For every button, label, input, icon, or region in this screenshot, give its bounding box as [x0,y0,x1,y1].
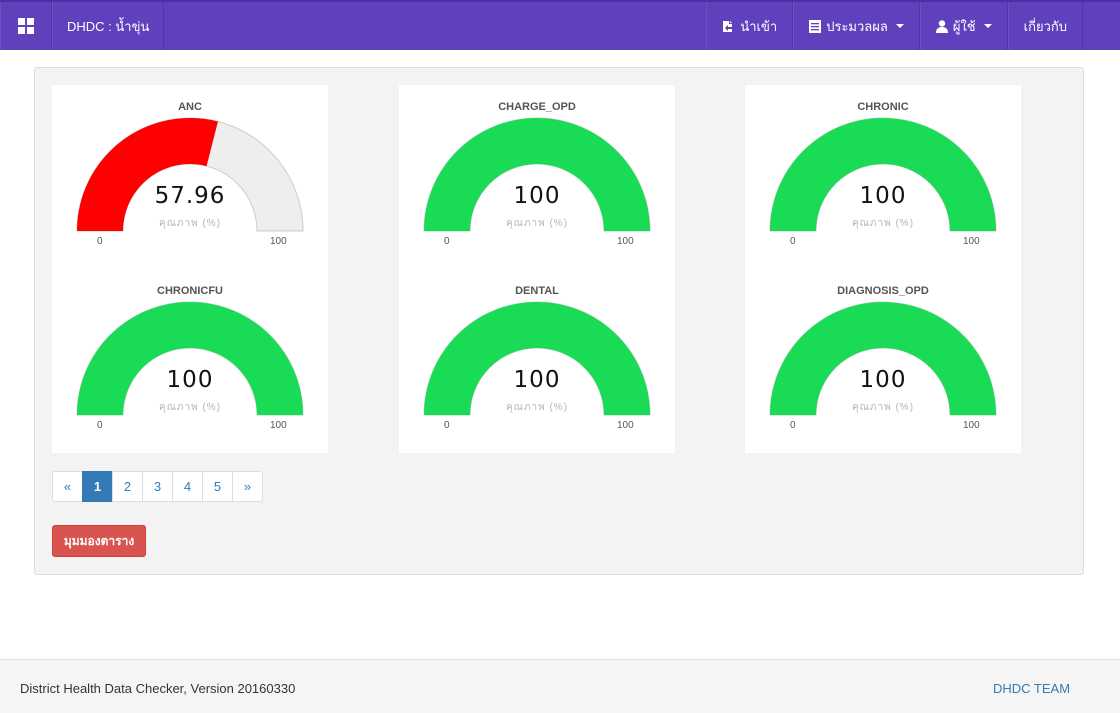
gauge-value: 100 [513,183,561,209]
pagination-next[interactable]: » [232,471,263,502]
gauge-min-label: 0 [444,236,450,247]
gauge-title: CHARGE_OPD [498,101,576,113]
import-icon [723,20,733,32]
gauge-max-label: 100 [617,236,634,247]
gauge-unit-label: คุณภาพ (%) [158,218,222,229]
user-icon [935,19,948,33]
gauge-fill [770,302,996,415]
gauge-card: ANC 57.96 คุณภาพ (%) 0 100 [52,85,328,269]
gauge-card: CHARGE_OPD 100 คุณภาพ (%) 0 100 [399,85,675,269]
top-navbar: DHDC : น้ำขุ่น นำเข้า ประมวลผล ผู้ใช้ เก… [0,0,1120,50]
footer-team-link[interactable]: DHDC TEAM [993,681,1070,696]
pagination-page-1[interactable]: 1 [82,471,113,502]
gauge-value: 100 [859,367,907,393]
gauge-title: CHRONIC [857,101,909,113]
gauge-min-label: 0 [444,420,450,431]
nav-import-label: นำเข้า [740,18,778,34]
gauge-fill [424,302,650,415]
pagination-prev[interactable]: « [52,471,83,502]
gauge-max-label: 100 [963,420,980,431]
nav-process-label: ประมวลผล [826,18,888,34]
nav-about[interactable]: เกี่ยวกับ [1007,2,1083,50]
gauge-card: DIAGNOSIS_OPD 100 คุณภาพ (%) 0 100 [745,269,1021,453]
nav-user[interactable]: ผู้ใช้ [919,2,1008,50]
gauge-fill [77,302,303,415]
dashboard-panel: ANC 57.96 คุณภาพ (%) 0 100 CHARGE_OPD 10… [34,67,1084,575]
gauge-title: DENTAL [515,285,559,297]
footer: District Health Data Checker, Version 20… [0,659,1120,713]
gauge-min-label: 0 [97,236,103,247]
pagination-page-4[interactable]: 4 [172,471,203,502]
gauge-min-label: 0 [97,420,103,431]
pagination: « 1 2 3 4 5 » [52,471,263,502]
brand-link[interactable]: DHDC : น้ำขุ่น [52,2,165,50]
gauge-title: CHRONICFU [157,285,223,297]
gauge-min-label: 0 [790,236,796,247]
gauge-fill [77,118,218,231]
gauge-unit-label: คุณภาพ (%) [158,402,222,413]
gauge-card: DENTAL 100 คุณภาพ (%) 0 100 [399,269,675,453]
pagination-page-2[interactable]: 2 [112,471,143,502]
gauge-card: CHRONICFU 100 คุณภาพ (%) 0 100 [52,269,328,453]
nav-about-label: เกี่ยวกับ [1023,18,1067,34]
gauge-unit-label: คุณภาพ (%) [851,218,915,229]
gauge-value: 100 [859,183,907,209]
gauge-max-label: 100 [270,420,287,431]
gauge-max-label: 100 [617,420,634,431]
gauge-unit-label: คุณภาพ (%) [505,402,569,413]
gauge-max-label: 100 [270,236,287,247]
nav-import[interactable]: นำเข้า [706,2,794,50]
gauge-value: 100 [166,367,214,393]
gauge-unit-label: คุณภาพ (%) [505,218,569,229]
gauge-min-label: 0 [790,420,796,431]
gauge-value: 100 [513,367,561,393]
gauge-title: DIAGNOSIS_OPD [837,285,929,297]
gauge-fill [770,118,996,231]
chevron-down-icon [983,24,992,28]
chevron-down-icon [895,24,904,28]
list-icon [809,19,822,33]
pagination-page-5[interactable]: 5 [202,471,233,502]
gauge-title: ANC [178,101,202,113]
table-view-button[interactable]: มุมมองตาราง [52,525,146,557]
gauge-fill [424,118,650,231]
gauge-unit-label: คุณภาพ (%) [851,402,915,413]
pagination-page-3[interactable]: 3 [142,471,173,502]
nav-user-label: ผู้ใช้ [952,18,976,34]
gauge-card: CHRONIC 100 คุณภาพ (%) 0 100 [745,85,1021,269]
footer-version-text: District Health Data Checker, Version 20… [20,681,296,696]
gauge-value: 57.96 [154,183,226,209]
gauge-max-label: 100 [963,236,980,247]
nav-process[interactable]: ประมวลผล [793,2,920,50]
apps-grid-icon[interactable] [0,2,52,50]
